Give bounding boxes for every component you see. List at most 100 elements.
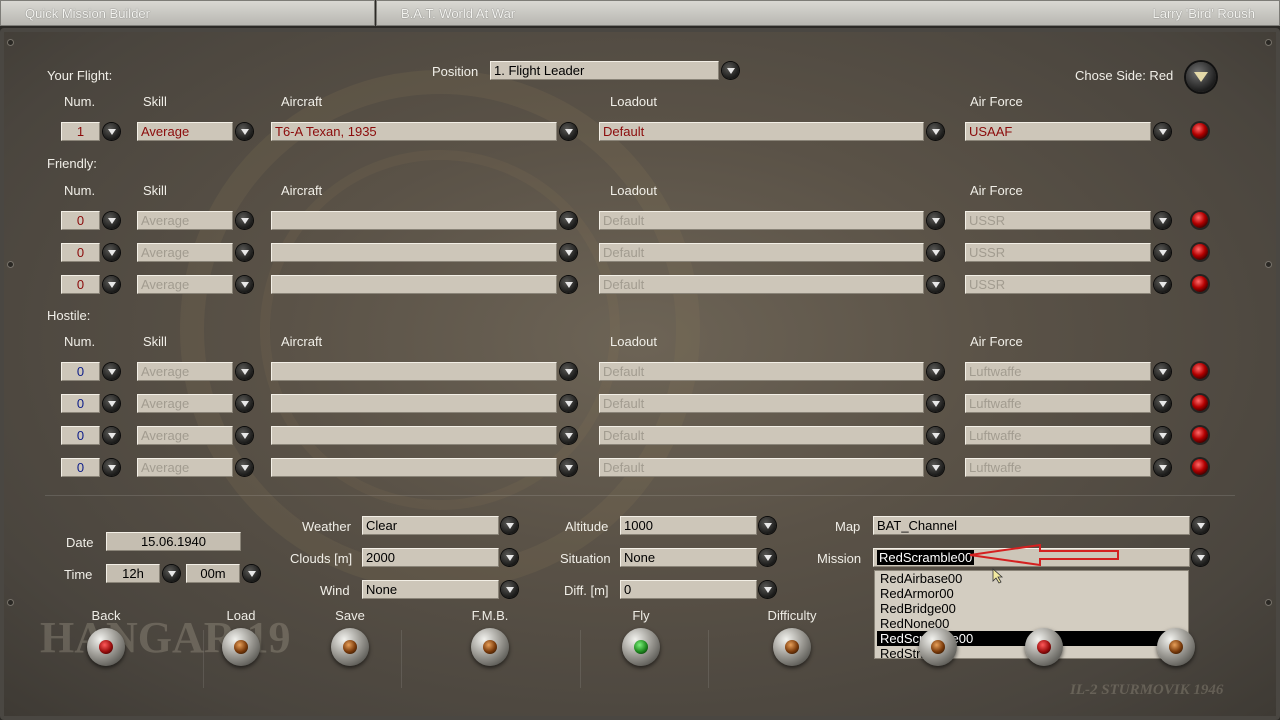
airforce-dropdown-icon[interactable] — [1154, 427, 1171, 444]
friendly-loadout-field[interactable]: Default — [599, 211, 924, 230]
position-field[interactable]: 1. Flight Leader — [490, 61, 719, 80]
extra-knob[interactable] — [919, 628, 957, 666]
loadout-dropdown-icon[interactable] — [927, 123, 944, 140]
status-led-icon[interactable] — [1192, 363, 1208, 379]
clouds-field[interactable]: 2000 — [362, 548, 499, 567]
situation-field[interactable]: None — [620, 548, 757, 567]
status-led-icon[interactable] — [1192, 459, 1208, 475]
minute-dropdown-icon[interactable] — [243, 565, 260, 582]
airforce-dropdown-icon[interactable] — [1154, 244, 1171, 261]
aircraft-dropdown-icon[interactable] — [560, 459, 577, 476]
mission-option[interactable]: RedAirbase00 — [877, 571, 1186, 586]
skill-dropdown-icon[interactable] — [236, 427, 253, 444]
status-led-icon[interactable] — [1192, 212, 1208, 228]
altitude-field[interactable]: 1000 — [620, 516, 757, 535]
num-dropdown-icon[interactable] — [103, 212, 120, 229]
hostile-airforce-field[interactable]: Luftwaffe — [965, 458, 1151, 477]
position-dropdown-icon[interactable] — [722, 62, 739, 79]
button-back[interactable] — [87, 628, 125, 666]
altitude-dropdown-icon[interactable] — [759, 517, 776, 534]
status-led-icon[interactable] — [1192, 244, 1208, 260]
num-dropdown-icon[interactable] — [103, 276, 120, 293]
button-save[interactable] — [331, 628, 369, 666]
mission-option[interactable]: RedNone00 — [877, 616, 1186, 631]
airforce-dropdown-icon[interactable] — [1154, 276, 1171, 293]
button-fmb[interactable] — [471, 628, 509, 666]
skill-dropdown-icon[interactable] — [236, 363, 253, 380]
skill-dropdown-icon[interactable] — [236, 459, 253, 476]
hostile-aircraft-field[interactable] — [271, 362, 557, 381]
airforce-dropdown-icon[interactable] — [1154, 363, 1171, 380]
map-field[interactable]: BAT_Channel — [873, 516, 1190, 535]
status-led-icon[interactable] — [1192, 427, 1208, 443]
num-dropdown-icon[interactable] — [103, 427, 120, 444]
friendly-num-field[interactable]: 0 — [61, 211, 100, 230]
hostile-loadout-field[interactable]: Default — [599, 362, 924, 381]
friendly-loadout-field[interactable]: Default — [599, 243, 924, 262]
airforce-dropdown-icon[interactable] — [1154, 395, 1171, 412]
num-dropdown-icon[interactable] — [103, 244, 120, 261]
friendly-skill-field[interactable]: Average — [137, 275, 233, 294]
loadout-dropdown-icon[interactable] — [927, 244, 944, 261]
skill-dropdown-icon[interactable] — [236, 212, 253, 229]
friendly-skill-field[interactable]: Average — [137, 243, 233, 262]
friendly-aircraft-field[interactable] — [271, 243, 557, 262]
hostile-skill-field[interactable]: Average — [137, 458, 233, 477]
hostile-num-field[interactable]: 0 — [61, 458, 100, 477]
hostile-num-field[interactable]: 0 — [61, 394, 100, 413]
hour-field[interactable]: 12h — [106, 564, 160, 583]
friendly-aircraft-field[interactable] — [271, 275, 557, 294]
hostile-aircraft-field[interactable] — [271, 458, 557, 477]
num-dropdown-icon[interactable] — [103, 459, 120, 476]
loadout-dropdown-icon[interactable] — [927, 212, 944, 229]
skill-dropdown-icon[interactable] — [236, 276, 253, 293]
aircraft-dropdown-icon[interactable] — [560, 427, 577, 444]
button-fly[interactable] — [622, 628, 660, 666]
aircraft-dropdown-icon[interactable] — [560, 123, 577, 140]
aircraft-dropdown-icon[interactable] — [560, 244, 577, 261]
your_flight-aircraft-field[interactable]: T6-A Texan, 1935 — [271, 122, 557, 141]
map-dropdown-icon[interactable] — [1192, 517, 1209, 534]
loadout-dropdown-icon[interactable] — [927, 395, 944, 412]
clouds-dropdown-icon[interactable] — [501, 549, 518, 566]
aircraft-dropdown-icon[interactable] — [560, 395, 577, 412]
hostile-loadout-field[interactable]: Default — [599, 426, 924, 445]
hostile-airforce-field[interactable]: Luftwaffe — [965, 362, 1151, 381]
aircraft-dropdown-icon[interactable] — [560, 212, 577, 229]
hour-dropdown-icon[interactable] — [163, 565, 180, 582]
airforce-dropdown-icon[interactable] — [1154, 123, 1171, 140]
hostile-loadout-field[interactable]: Default — [599, 394, 924, 413]
hostile-loadout-field[interactable]: Default — [599, 458, 924, 477]
hostile-aircraft-field[interactable] — [271, 426, 557, 445]
button-load[interactable] — [222, 628, 260, 666]
hostile-aircraft-field[interactable] — [271, 394, 557, 413]
friendly-loadout-field[interactable]: Default — [599, 275, 924, 294]
status-led-icon[interactable] — [1192, 276, 1208, 292]
hostile-airforce-field[interactable]: Luftwaffe — [965, 426, 1151, 445]
wind-dropdown-icon[interactable] — [501, 581, 518, 598]
extra-knob[interactable] — [1025, 628, 1063, 666]
skill-dropdown-icon[interactable] — [236, 244, 253, 261]
airforce-dropdown-icon[interactable] — [1154, 459, 1171, 476]
friendly-aircraft-field[interactable] — [271, 211, 557, 230]
friendly-airforce-field[interactable]: USSR — [965, 243, 1151, 262]
wind-field[interactable]: None — [362, 580, 499, 599]
status-led-icon[interactable] — [1192, 395, 1208, 411]
hostile-skill-field[interactable]: Average — [137, 362, 233, 381]
mission-option[interactable]: RedBridge00 — [877, 601, 1186, 616]
weather-dropdown-icon[interactable] — [501, 517, 518, 534]
aircraft-dropdown-icon[interactable] — [560, 363, 577, 380]
your_flight-airforce-field[interactable]: USAAF — [965, 122, 1151, 141]
situation-dropdown-icon[interactable] — [759, 549, 776, 566]
your_flight-loadout-field[interactable]: Default — [599, 122, 924, 141]
loadout-dropdown-icon[interactable] — [927, 363, 944, 380]
your_flight-skill-field[interactable]: Average — [137, 122, 233, 141]
friendly-num-field[interactable]: 0 — [61, 243, 100, 262]
hostile-num-field[interactable]: 0 — [61, 362, 100, 381]
date-field[interactable]: 15.06.1940 — [106, 532, 241, 551]
extra-knob[interactable] — [1157, 628, 1195, 666]
friendly-num-field[interactable]: 0 — [61, 275, 100, 294]
airforce-dropdown-icon[interactable] — [1154, 212, 1171, 229]
hostile-skill-field[interactable]: Average — [137, 394, 233, 413]
status-led-icon[interactable] — [1192, 123, 1208, 139]
